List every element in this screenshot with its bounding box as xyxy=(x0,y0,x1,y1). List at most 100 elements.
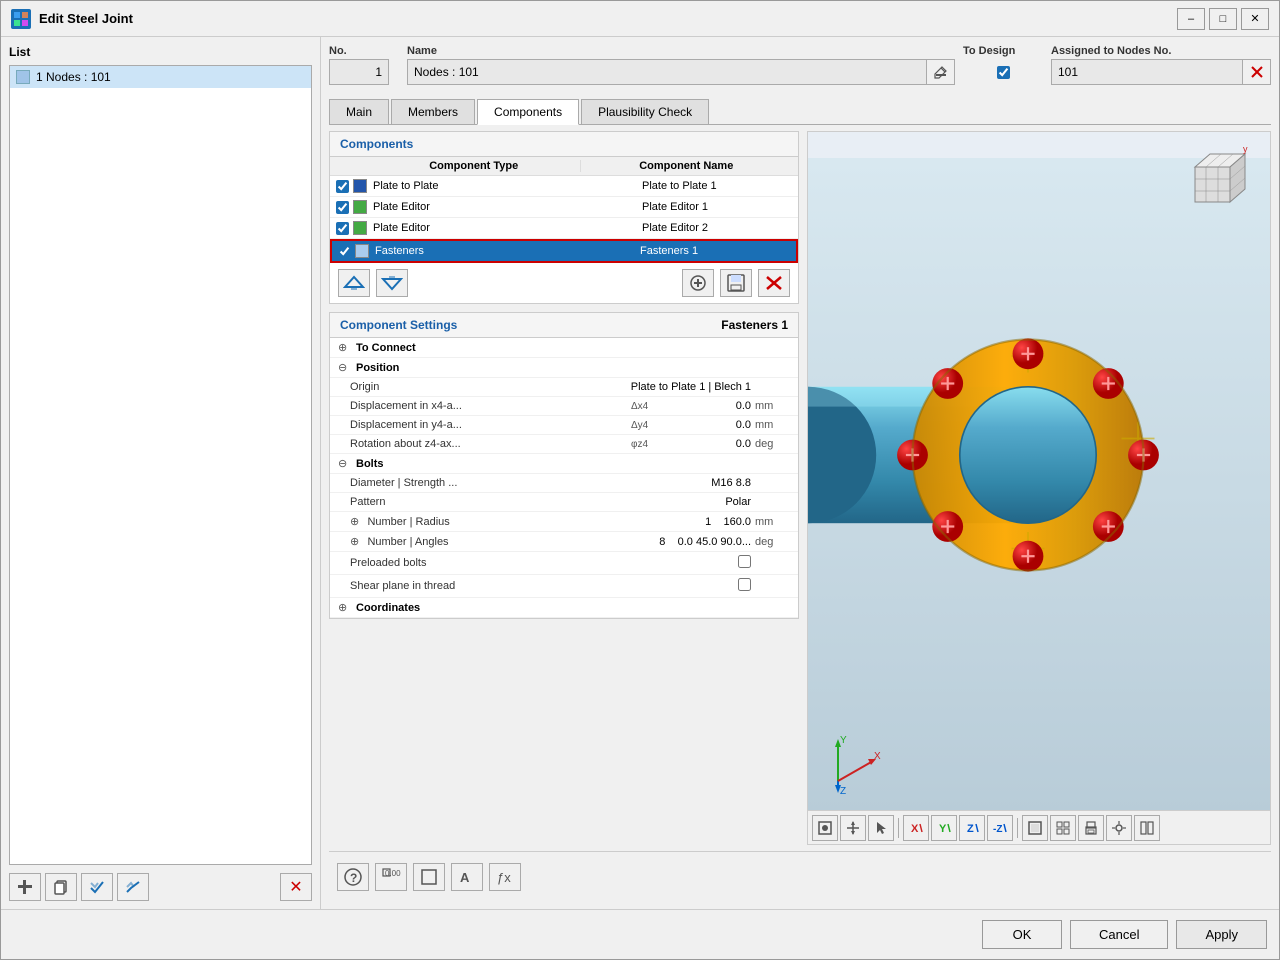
to-design-checkbox[interactable] xyxy=(997,66,1010,79)
bolts-row[interactable]: ⊖ Bolts xyxy=(330,454,798,474)
comp-row-4[interactable]: Fasteners Fasteners 1 xyxy=(330,239,798,263)
diam-label: Diameter | Strength ... xyxy=(350,477,631,489)
vp-cursor-btn[interactable] xyxy=(868,815,894,841)
disp-y4-label: Displacement in y4-a... xyxy=(350,419,631,431)
vp-view1-btn[interactable] xyxy=(1022,815,1048,841)
copy-item-button[interactable] xyxy=(45,873,77,901)
comp-check-3[interactable] xyxy=(336,222,349,235)
check-all-button[interactable] xyxy=(81,873,113,901)
vp-z2-btn[interactable]: -Z xyxy=(987,815,1013,841)
vp-settings-btn[interactable] xyxy=(1106,815,1132,841)
preloaded-label: Preloaded bolts xyxy=(350,557,631,569)
tab-members[interactable]: Members xyxy=(391,99,475,124)
tab-bar: Main Members Components Plausibility Che… xyxy=(329,99,1271,125)
vp-y-btn[interactable]: Y xyxy=(931,815,957,841)
disp-x4-value: 0.0 xyxy=(671,400,751,412)
delete-item-button[interactable]: ✕ xyxy=(280,873,312,901)
footer: OK Cancel Apply xyxy=(1,909,1279,959)
minimize-button[interactable]: – xyxy=(1177,8,1205,30)
shear-checkbox[interactable] xyxy=(738,578,751,591)
comp-row-2[interactable]: Plate Editor Plate Editor 1 xyxy=(330,197,798,218)
to-connect-label: To Connect xyxy=(356,342,416,354)
num-angles-val: 8 0.0 45.0 90.0... xyxy=(659,536,751,548)
node-list: 1 Nodes : 101 xyxy=(9,65,312,865)
comp-type-1: Plate to Plate xyxy=(373,180,642,192)
cube-navigator[interactable]: y xyxy=(1180,142,1260,222)
col-type-header: Component Type xyxy=(368,160,581,172)
comp-check-4[interactable] xyxy=(338,245,351,258)
vp-render-btn[interactable] xyxy=(812,815,838,841)
comp-check-1[interactable] xyxy=(336,180,349,193)
save-component-button[interactable] xyxy=(720,269,752,297)
comp-row-3[interactable]: Plate Editor Plate Editor 2 xyxy=(330,218,798,239)
disp-y4-row: Displacement in y4-a... Δy4 0.0 mm xyxy=(330,416,798,435)
text-button[interactable]: A xyxy=(451,863,483,891)
disp-y4-symbol: Δy4 xyxy=(631,420,671,431)
cancel-button[interactable]: Cancel xyxy=(1070,920,1168,949)
tab-components[interactable]: Components xyxy=(477,99,579,125)
3d-viewport[interactable]: Y Z X xyxy=(807,131,1271,845)
vp-x-btn[interactable]: X xyxy=(903,815,929,841)
rot-z4-unit: deg xyxy=(755,438,790,450)
move-up-button[interactable] xyxy=(338,269,370,297)
vp-move-btn[interactable] xyxy=(840,815,866,841)
position-row[interactable]: ⊖ Position xyxy=(330,358,798,378)
origin-value: Plate to Plate 1 | Blech 1 xyxy=(631,381,751,393)
vp-print-btn[interactable] xyxy=(1078,815,1104,841)
preloaded-checkbox[interactable] xyxy=(738,555,751,568)
vp-z-btn[interactable]: Z xyxy=(959,815,985,841)
close-button[interactable]: ✕ xyxy=(1241,8,1269,30)
tab-main[interactable]: Main xyxy=(329,99,389,124)
num-angles-row[interactable]: ⊕ Number | Angles 8 0.0 45.0 90.0... deg xyxy=(330,532,798,552)
name-label: Name xyxy=(407,45,955,57)
no-input[interactable] xyxy=(329,59,389,85)
list-item-color xyxy=(16,70,30,84)
svg-text:X: X xyxy=(874,751,881,762)
name-edit-button[interactable] xyxy=(927,59,955,85)
add-component-button[interactable] xyxy=(682,269,714,297)
coordinates-row[interactable]: ⊕ Coordinates xyxy=(330,598,798,618)
svg-text:X: X xyxy=(911,823,919,835)
disp-x4-row: Displacement in x4-a... Δx4 0.0 mm xyxy=(330,397,798,416)
assigned-remove-button[interactable] xyxy=(1243,59,1271,85)
disp-x4-symbol: Δx4 xyxy=(631,401,671,412)
rot-z4-value: 0.0 xyxy=(671,438,751,450)
rot-z4-symbol: φz4 xyxy=(631,439,671,450)
apply-button[interactable]: Apply xyxy=(1176,920,1267,949)
name-input[interactable] xyxy=(407,59,927,85)
svg-text:?: ? xyxy=(350,871,357,885)
svg-text:Y: Y xyxy=(840,735,847,746)
svg-text:ƒx: ƒx xyxy=(497,870,511,885)
comp-check-2[interactable] xyxy=(336,201,349,214)
comp-row-1[interactable]: Plate to Plate Plate to Plate 1 xyxy=(330,176,798,197)
vp-view2-btn[interactable] xyxy=(1050,815,1076,841)
num-radius-row[interactable]: ⊕ Number | Radius 1 160.0 mm xyxy=(330,512,798,532)
vp-sep-1 xyxy=(898,818,899,838)
ok-button[interactable]: OK xyxy=(982,920,1062,949)
settings-button[interactable] xyxy=(117,873,149,901)
vp-panel-btn[interactable] xyxy=(1134,815,1160,841)
components-title: Components xyxy=(330,132,798,157)
list-item[interactable]: 1 Nodes : 101 xyxy=(10,66,311,88)
comp-type-3: Plate Editor xyxy=(373,222,642,234)
add-item-button[interactable] xyxy=(9,873,41,901)
svg-text:-Z: -Z xyxy=(993,824,1002,835)
comp-settings-active-name: Fasteners 1 xyxy=(721,318,788,332)
num-radius-val: 1 160.0 xyxy=(671,516,751,528)
comp-settings-title: Component Settings xyxy=(340,318,457,332)
square-button[interactable] xyxy=(413,863,445,891)
move-down-button[interactable] xyxy=(376,269,408,297)
numbers-button[interactable]: 0.00 xyxy=(375,863,407,891)
comp-name-2: Plate Editor 1 xyxy=(642,201,792,213)
formula-button[interactable]: ƒx xyxy=(489,863,521,891)
delete-component-button[interactable] xyxy=(758,269,790,297)
help-button[interactable]: ? xyxy=(337,863,369,891)
svg-text:Z: Z xyxy=(840,786,846,796)
tab-plausibility[interactable]: Plausibility Check xyxy=(581,99,709,124)
to-connect-row[interactable]: ⊕ To Connect xyxy=(330,338,798,358)
svg-text:Y: Y xyxy=(939,823,947,835)
maximize-button[interactable]: □ xyxy=(1209,8,1237,30)
assigned-input[interactable] xyxy=(1051,59,1243,85)
bolts-label: Bolts xyxy=(356,458,384,470)
app-icon xyxy=(11,9,31,29)
